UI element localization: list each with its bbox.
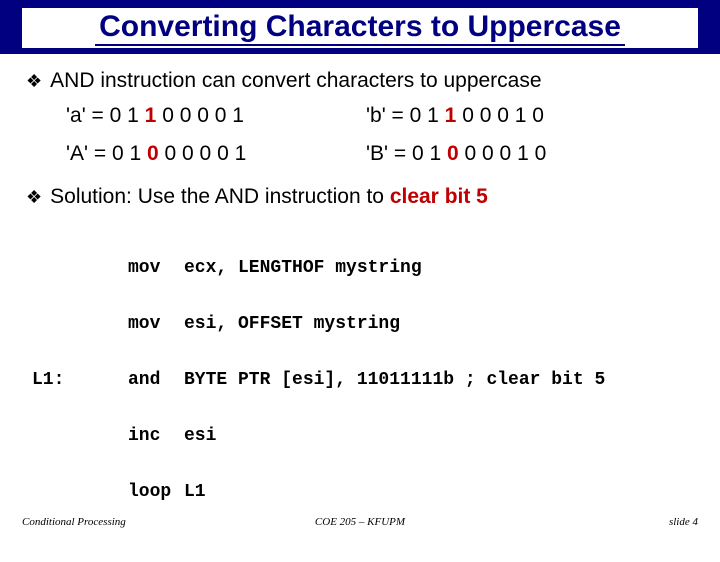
bullet-2-pre: Solution: Use the AND instruction to [50, 185, 390, 208]
A-post: 0 0 0 0 1 [159, 142, 247, 165]
code-block: movecx, LENGTHOF mystring movesi, OFFSET… [80, 226, 694, 562]
args-1: ecx, LENGTHOF mystring [184, 258, 422, 278]
b-label: 'b' = [366, 104, 410, 127]
bullet-1: ❖ AND instruction can convert characters… [26, 68, 694, 94]
op-inc: inc [128, 422, 184, 450]
footer-right: slide 4 [473, 516, 698, 528]
A-pre: 0 1 [112, 142, 147, 165]
args-4: esi [184, 426, 216, 446]
args-2: esi, OFFSET mystring [184, 314, 400, 334]
B-post: 0 0 0 1 0 [459, 142, 547, 165]
footer-center: COE 205 – KFUPM [247, 516, 472, 528]
content-area: ❖ AND instruction can convert characters… [0, 54, 720, 562]
binary-upper-b: 'B' = 0 1 0 0 0 0 1 0 [366, 142, 666, 166]
binary-b: 'b' = 0 1 1 0 0 0 1 0 [366, 104, 666, 128]
bullet-2: ❖ Solution: Use the AND instruction to c… [26, 184, 694, 210]
bullet-2-text: Solution: Use the AND instruction to cle… [50, 184, 488, 210]
code-line-1: movecx, LENGTHOF mystring [80, 254, 694, 282]
bullet-2-highlight: clear bit 5 [390, 185, 488, 208]
slide-title: Converting Characters to Uppercase [95, 10, 625, 46]
binary-col-left: 'a' = 0 1 1 0 0 0 0 1 'A' = 0 1 0 0 0 0 … [66, 104, 366, 180]
op-mov-1: mov [128, 254, 184, 282]
args-5: L1 [184, 482, 206, 502]
title-bar: Converting Characters to Uppercase [0, 0, 720, 54]
A-bit5: 0 [147, 142, 159, 165]
a-pre: 0 1 [110, 104, 145, 127]
b-pre: 0 1 [410, 104, 445, 127]
binary-col-right: 'b' = 0 1 1 0 0 0 1 0 'B' = 0 1 0 0 0 0 … [366, 104, 666, 180]
code-line-5: loopL1 [80, 478, 694, 506]
code-line-3: L1:andBYTE PTR [esi], 11011111b ; clear … [80, 366, 694, 394]
code-line-2: movesi, OFFSET mystring [80, 310, 694, 338]
label-l1: L1: [32, 366, 64, 394]
binary-upper-a: 'A' = 0 1 0 0 0 0 0 1 [66, 142, 366, 166]
a-post: 0 0 0 0 1 [156, 104, 244, 127]
B-pre: 0 1 [412, 142, 447, 165]
title-inner: Converting Characters to Uppercase [22, 8, 698, 48]
bullet-icon: ❖ [26, 184, 42, 210]
footer: Conditional Processing COE 205 – KFUPM s… [0, 516, 720, 528]
a-bit5: 1 [145, 104, 157, 127]
binary-a: 'a' = 0 1 1 0 0 0 0 1 [66, 104, 366, 128]
code-line-4: incesi [80, 422, 694, 450]
op-mov-2: mov [128, 310, 184, 338]
b-post: 0 0 0 1 0 [456, 104, 544, 127]
slide: Converting Characters to Uppercase ❖ AND… [0, 0, 720, 540]
op-and: and [128, 366, 184, 394]
bullet-1-text: AND instruction can convert characters t… [50, 68, 541, 94]
bullet-icon: ❖ [26, 68, 42, 94]
A-label: 'A' = [66, 142, 112, 165]
op-loop: loop [128, 478, 184, 506]
a-label: 'a' = [66, 104, 110, 127]
B-label: 'B' = [366, 142, 412, 165]
b-bit5: 1 [445, 104, 457, 127]
footer-left: Conditional Processing [22, 516, 247, 528]
B-bit5: 0 [447, 142, 459, 165]
args-3: BYTE PTR [esi], 11011111b ; clear bit 5 [184, 370, 605, 390]
binary-examples: 'a' = 0 1 1 0 0 0 0 1 'A' = 0 1 0 0 0 0 … [66, 104, 694, 180]
